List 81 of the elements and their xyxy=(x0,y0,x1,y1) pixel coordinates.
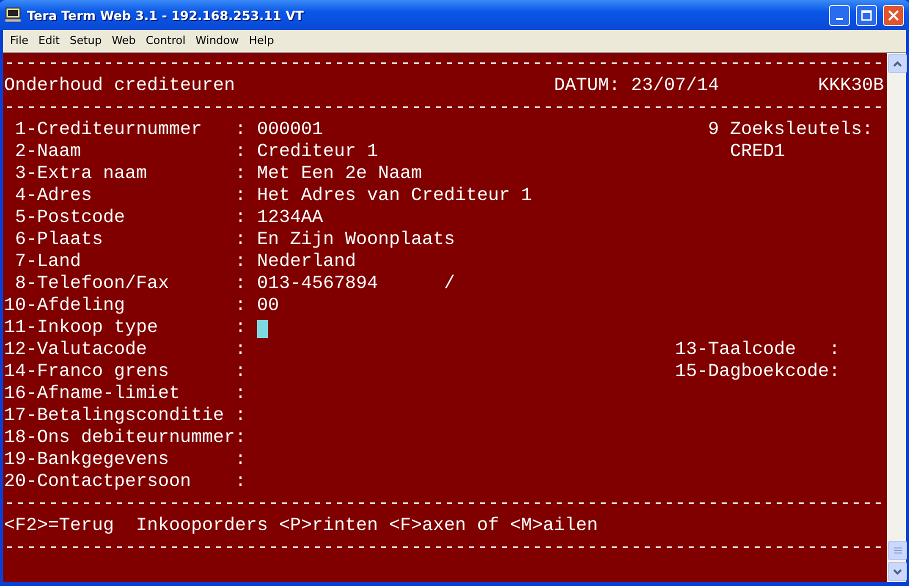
scroll-thumb[interactable] xyxy=(888,541,907,560)
colon-separator: : xyxy=(235,317,246,339)
field-value: 000001 xyxy=(257,119,323,141)
date-value: 23/07/14 xyxy=(631,75,719,97)
field-value: Nederland xyxy=(257,251,356,273)
colon-separator: : xyxy=(235,207,246,229)
date-label: DATUM: xyxy=(554,75,620,97)
field-value: Crediteur 1 xyxy=(257,141,378,163)
colon-separator: : xyxy=(829,361,840,383)
field-label: 20-Contactpersoon xyxy=(4,471,191,493)
colon-separator: : xyxy=(235,251,246,273)
menu-item[interactable]: Control xyxy=(140,34,191,46)
terminal-app-icon xyxy=(5,7,21,23)
field-label: 16-Afname-limiet xyxy=(4,383,180,405)
scroll-up-button[interactable] xyxy=(888,54,907,73)
colon-separator: : xyxy=(235,141,246,163)
chevron-down-icon xyxy=(893,568,902,574)
field-label: 19-Bankgegevens xyxy=(4,449,169,471)
field-label: 2-Naam xyxy=(15,141,81,163)
colon-separator: : xyxy=(235,427,246,449)
colon-separator: : xyxy=(235,361,246,383)
fax-separator: / xyxy=(444,273,455,295)
colon-separator: : xyxy=(235,295,246,317)
colon-separator: : xyxy=(235,383,246,405)
chevron-up-icon xyxy=(893,60,902,66)
window-title: Tera Term Web 3.1 - 192.168.253.11 VT xyxy=(27,8,305,22)
dashed-rule: -------------------------------------------------------------------------------- xyxy=(4,537,884,559)
search-key-value: CRED1 xyxy=(730,141,785,163)
field-label: 15-Dagboekcode xyxy=(675,361,829,383)
field-label: 12-Valutacode xyxy=(4,339,147,361)
menu-item[interactable]: Edit xyxy=(33,34,65,46)
colon-separator: : xyxy=(235,273,246,295)
maximize-button[interactable] xyxy=(856,4,877,26)
field-label: 13-Taalcode xyxy=(675,339,796,361)
minimize-button[interactable] xyxy=(829,4,850,26)
vertical-scrollbar[interactable] xyxy=(887,53,906,582)
scroll-down-button[interactable] xyxy=(888,562,907,581)
screen-code: KKK30B xyxy=(818,75,884,97)
menu-item[interactable]: Web xyxy=(106,34,141,46)
close-button[interactable] xyxy=(883,4,904,26)
menu-item[interactable]: File xyxy=(5,34,34,46)
colon-separator: : xyxy=(235,471,246,493)
colon-separator: : xyxy=(235,229,246,251)
colon-separator: : xyxy=(235,119,246,141)
maximize-icon xyxy=(861,10,872,20)
close-icon xyxy=(888,10,899,20)
field-label: 5-Postcode xyxy=(15,207,125,229)
field-value: Met Een 2e Naam xyxy=(257,163,422,185)
field-label: 1-Crediteurnummer xyxy=(15,119,202,141)
menu-item[interactable]: Window xyxy=(190,34,244,46)
dashed-rule: -------------------------------------------------------------------------------- xyxy=(4,97,884,119)
minimize-icon xyxy=(836,18,843,20)
field-value: Het Adres van Crediteur 1 xyxy=(257,185,532,207)
colon-separator: : xyxy=(235,339,246,361)
grip-icon xyxy=(894,547,902,554)
field-value: 013-4567894 xyxy=(257,273,378,295)
field-label: 18-Ons debiteurnummer xyxy=(4,427,235,449)
screen-title: Onderhoud crediteuren xyxy=(4,75,235,97)
field-value: 00 xyxy=(257,295,279,317)
colon-separator: : xyxy=(829,339,840,361)
field-label: 14-Franco grens xyxy=(4,361,169,383)
field-value: En Zijn Woonplaats xyxy=(257,229,455,251)
field-label: 10-Afdeling xyxy=(4,295,125,317)
field-value: 1234AA xyxy=(257,207,323,229)
search-keys-heading: 9 Zoeksleutels: xyxy=(708,119,873,141)
field-label: 7-Land xyxy=(15,251,81,273)
field-label: 6-Plaats xyxy=(15,229,103,251)
field-label: 17-Betalingsconditie xyxy=(4,405,224,427)
dashed-rule: -------------------------------------------------------------------------------- xyxy=(4,53,884,75)
field-label: 4-Adres xyxy=(15,185,92,207)
field-label: 11-Inkoop type xyxy=(4,317,158,339)
field-label: 8-Telefoon/Fax xyxy=(15,273,169,295)
colon-separator: : xyxy=(235,163,246,185)
colon-separator: : xyxy=(235,449,246,471)
field-label: 3-Extra naam xyxy=(15,163,147,185)
colon-separator: : xyxy=(235,405,246,427)
colon-separator: : xyxy=(235,185,246,207)
menu-item[interactable]: Help xyxy=(244,34,279,46)
menu-item[interactable]: Setup xyxy=(64,34,107,46)
dashed-rule: -------------------------------------------------------------------------------- xyxy=(4,493,884,515)
function-key-hints: <F2>=Terug Inkooporders <P>rinten <F>axen of <M>ailen xyxy=(4,515,598,537)
